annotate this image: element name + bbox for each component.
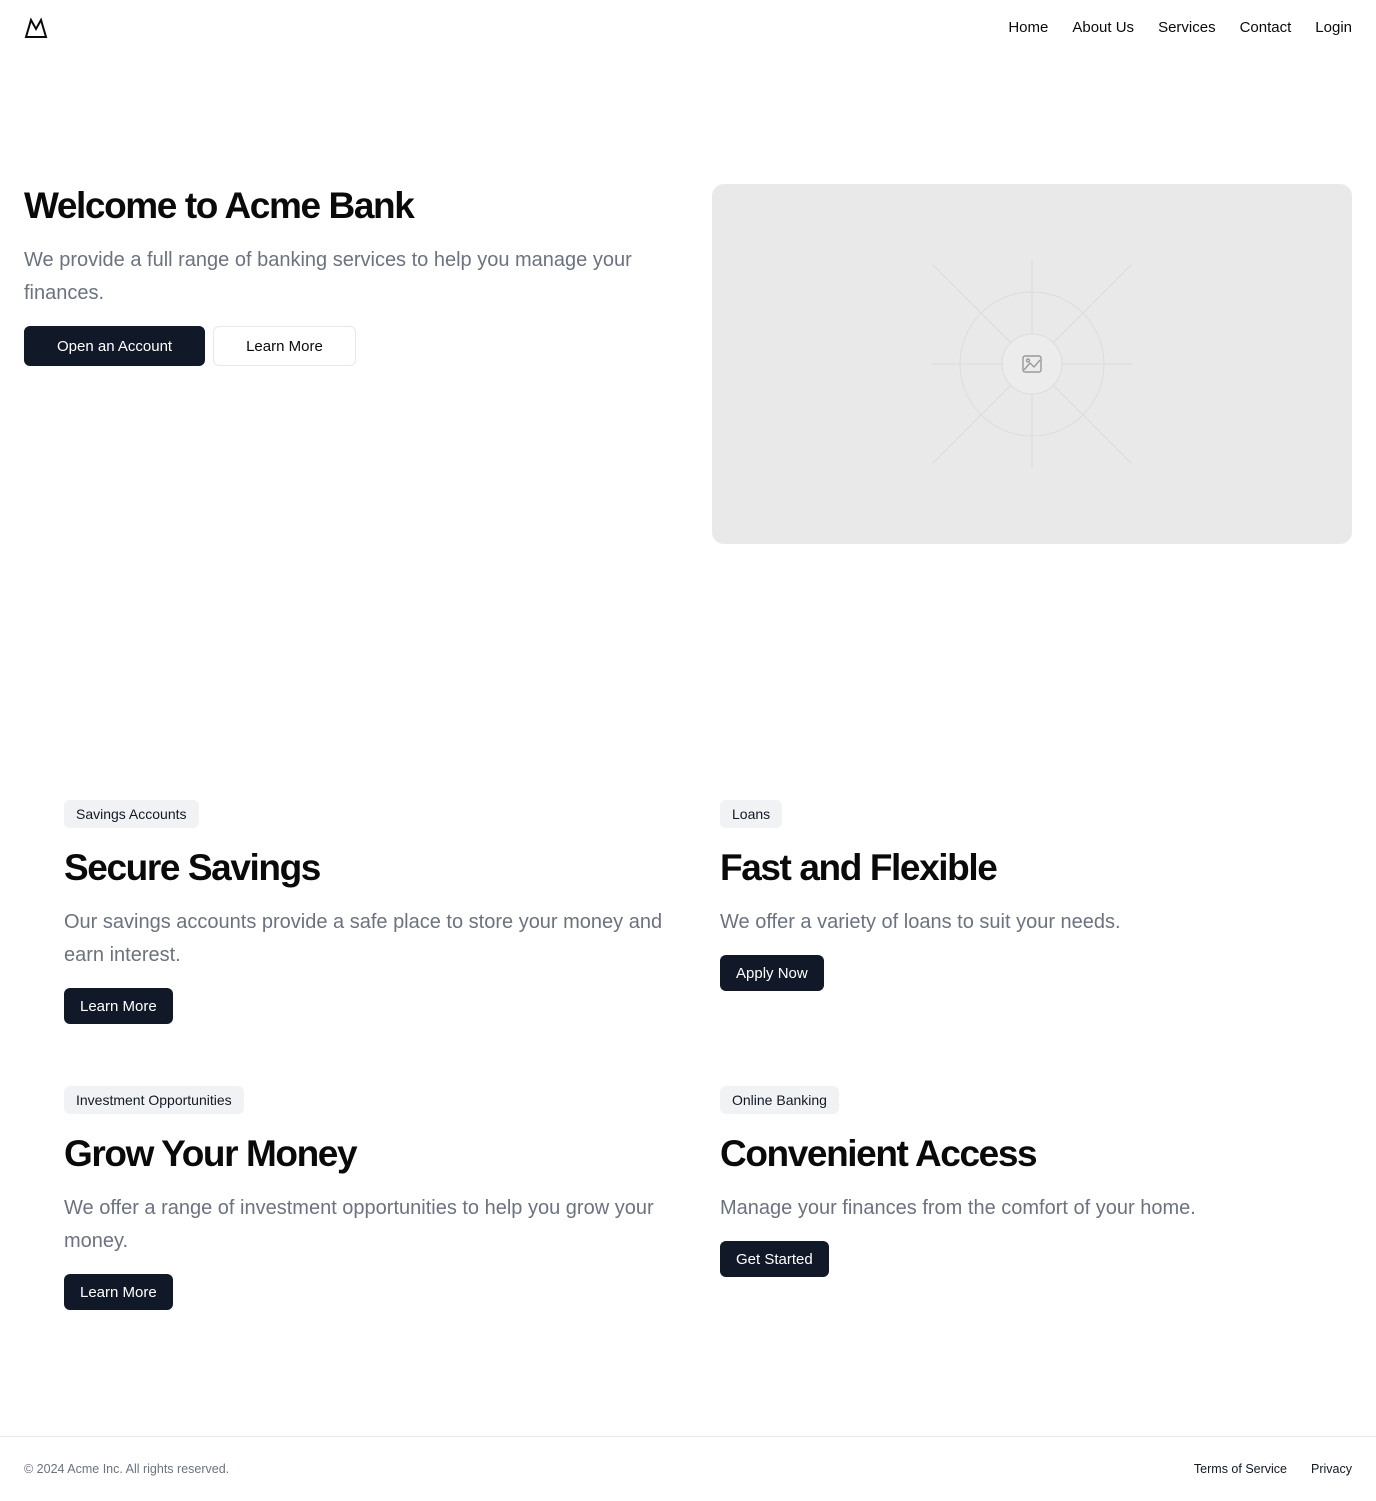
- nav-link-services[interactable]: Services: [1158, 18, 1216, 38]
- hero-image-placeholder: [712, 184, 1352, 544]
- feature-investments: Investment Opportunities Grow Your Money…: [64, 1086, 664, 1310]
- apply-now-button[interactable]: Apply Now: [720, 955, 824, 991]
- hero-title: Welcome to Acme Bank: [24, 185, 415, 226]
- feature-badge: Loans: [720, 800, 783, 828]
- privacy-link[interactable]: Privacy: [1311, 1461, 1352, 1477]
- feature-badge: Investment Opportunities: [64, 1086, 244, 1114]
- main-nav: Home About Us Services Contact Login: [1008, 18, 1352, 38]
- footer-nav: Terms of Service Privacy: [1194, 1461, 1352, 1477]
- nav-link-home[interactable]: Home: [1008, 18, 1048, 38]
- site-footer: © 2024 Acme Inc. All rights reserved. Te…: [0, 1436, 1376, 1501]
- feature-title: Secure Savings: [64, 847, 321, 888]
- investments-learn-more-button[interactable]: Learn More: [64, 1274, 173, 1310]
- savings-learn-more-button[interactable]: Learn More: [64, 988, 173, 1024]
- hero-actions: Open an Account Learn More: [24, 326, 356, 366]
- nav-link-login[interactable]: Login: [1315, 18, 1352, 38]
- nav-link-about[interactable]: About Us: [1072, 18, 1134, 38]
- feature-description: Our savings accounts provide a safe plac…: [64, 911, 663, 966]
- site-header: Home About Us Services Contact Login: [0, 0, 1376, 56]
- feature-description: We offer a variety of loans to suit your…: [720, 911, 1121, 933]
- nav-link-contact[interactable]: Contact: [1240, 18, 1292, 38]
- image-placeholder-icon: [931, 259, 1133, 469]
- feature-description: Manage your finances from the comfort of…: [720, 1197, 1196, 1219]
- hero-learn-more-button[interactable]: Learn More: [213, 326, 356, 366]
- terms-of-service-link[interactable]: Terms of Service: [1194, 1461, 1287, 1477]
- feature-title: Grow Your Money: [64, 1133, 358, 1174]
- feature-savings: Savings Accounts Secure Savings Our savi…: [64, 800, 664, 1024]
- copyright-text: © 2024 Acme Inc. All rights reserved.: [24, 1462, 230, 1476]
- feature-loans: Loans Fast and Flexible We offer a varie…: [720, 800, 1320, 991]
- mountain-logo-icon[interactable]: [24, 17, 48, 39]
- feature-title: Convenient Access: [720, 1133, 1038, 1174]
- feature-online-banking: Online Banking Convenient Access Manage …: [720, 1086, 1320, 1277]
- open-account-button[interactable]: Open an Account: [24, 326, 206, 366]
- hero-description: We provide a full range of banking servi…: [24, 249, 632, 304]
- get-started-button[interactable]: Get Started: [720, 1241, 829, 1277]
- feature-title: Fast and Flexible: [720, 847, 998, 888]
- feature-badge: Savings Accounts: [64, 800, 199, 828]
- feature-badge: Online Banking: [720, 1086, 839, 1114]
- feature-description: We offer a range of investment opportuni…: [64, 1197, 654, 1252]
